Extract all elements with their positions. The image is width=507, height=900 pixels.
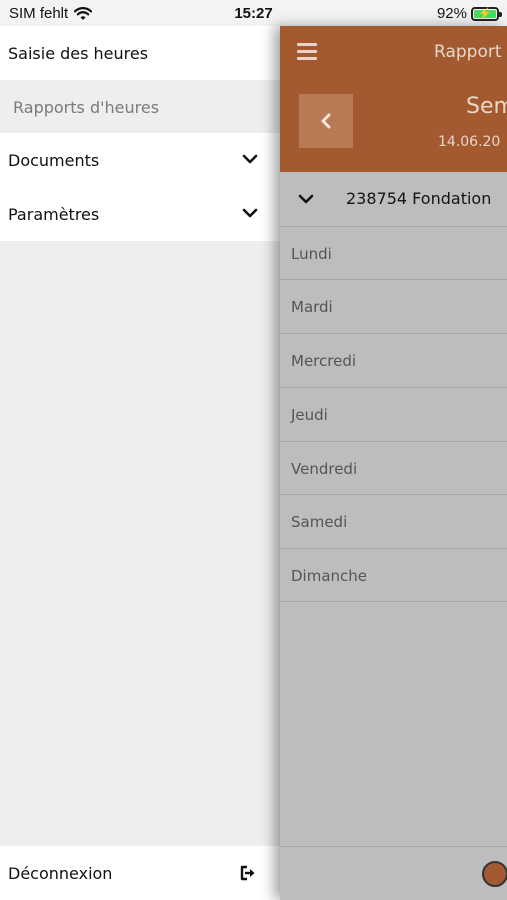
drawer-item-documents[interactable]: Documents	[0, 133, 280, 187]
day-label: Vendredi	[291, 459, 358, 478]
status-time: 15:27	[234, 5, 273, 22]
day-row-mardi[interactable]: Mardi	[280, 279, 507, 333]
day-row-jeudi[interactable]: Jeudi	[280, 387, 507, 441]
status-bar: SIM fehlt 15:27 92% ⚡	[0, 0, 507, 26]
battery-percent: 92%	[436, 5, 467, 22]
day-label: Samedi	[291, 512, 348, 531]
day-label: Dimanche	[291, 566, 368, 585]
day-label: Lundi	[291, 244, 332, 263]
chevron-down-icon	[242, 154, 258, 164]
drawer-item-label: Saisie des heures	[8, 43, 149, 63]
day-row-vendredi[interactable]: Vendredi	[280, 441, 507, 495]
status-bar-right: 92% ⚡	[436, 5, 502, 22]
logout-button[interactable]: Déconnexion	[0, 846, 280, 900]
logout-icon	[240, 865, 255, 881]
header-title: Rapport	[434, 42, 502, 62]
drawer-item-label: Rapports d'heures	[13, 97, 160, 117]
drawer-item-rapports-d-heures[interactable]: Rapports d'heures	[0, 80, 280, 134]
battery-charging-icon: ⚡	[471, 6, 502, 21]
day-row-lundi[interactable]: Lundi	[280, 226, 507, 280]
side-drawer: Saisie des heures Rapports d'heures Docu…	[0, 26, 280, 900]
drawer-item-saisie-des-heures[interactable]: Saisie des heures	[0, 26, 280, 80]
day-label: Jeudi	[291, 405, 328, 424]
bottom-bar	[280, 846, 507, 900]
week-date: 14.06.20	[438, 134, 501, 150]
divider	[280, 601, 507, 602]
logout-label: Déconnexion	[8, 863, 113, 883]
chevron-left-icon	[321, 113, 331, 129]
action-button[interactable]	[482, 861, 507, 887]
drawer-item-label: Paramètres	[8, 204, 100, 224]
previous-week-button[interactable]	[299, 94, 353, 148]
day-label: Mercredi	[291, 351, 357, 370]
charging-bolt-icon: ⚡	[478, 7, 492, 20]
day-row-samedi[interactable]: Samedi	[280, 494, 507, 548]
chevron-down-icon	[242, 208, 258, 218]
main-header: Rapport Sem 14.06.20	[280, 26, 507, 172]
drawer-item-parametres[interactable]: Paramètres	[0, 187, 280, 241]
drawer-item-label: Documents	[8, 150, 100, 170]
day-label: Mardi	[291, 297, 333, 316]
hamburger-icon[interactable]	[297, 43, 317, 61]
main-panel[interactable]: Rapport Sem 14.06.20 238754 Fondation Lu…	[280, 26, 507, 900]
project-row[interactable]: 238754 Fondation	[280, 172, 507, 226]
day-row-dimanche[interactable]: Dimanche	[280, 548, 507, 602]
chevron-down-icon	[298, 194, 314, 204]
project-label: 238754 Fondation	[346, 189, 492, 208]
day-row-mercredi[interactable]: Mercredi	[280, 333, 507, 387]
week-label: Sem	[466, 94, 507, 119]
